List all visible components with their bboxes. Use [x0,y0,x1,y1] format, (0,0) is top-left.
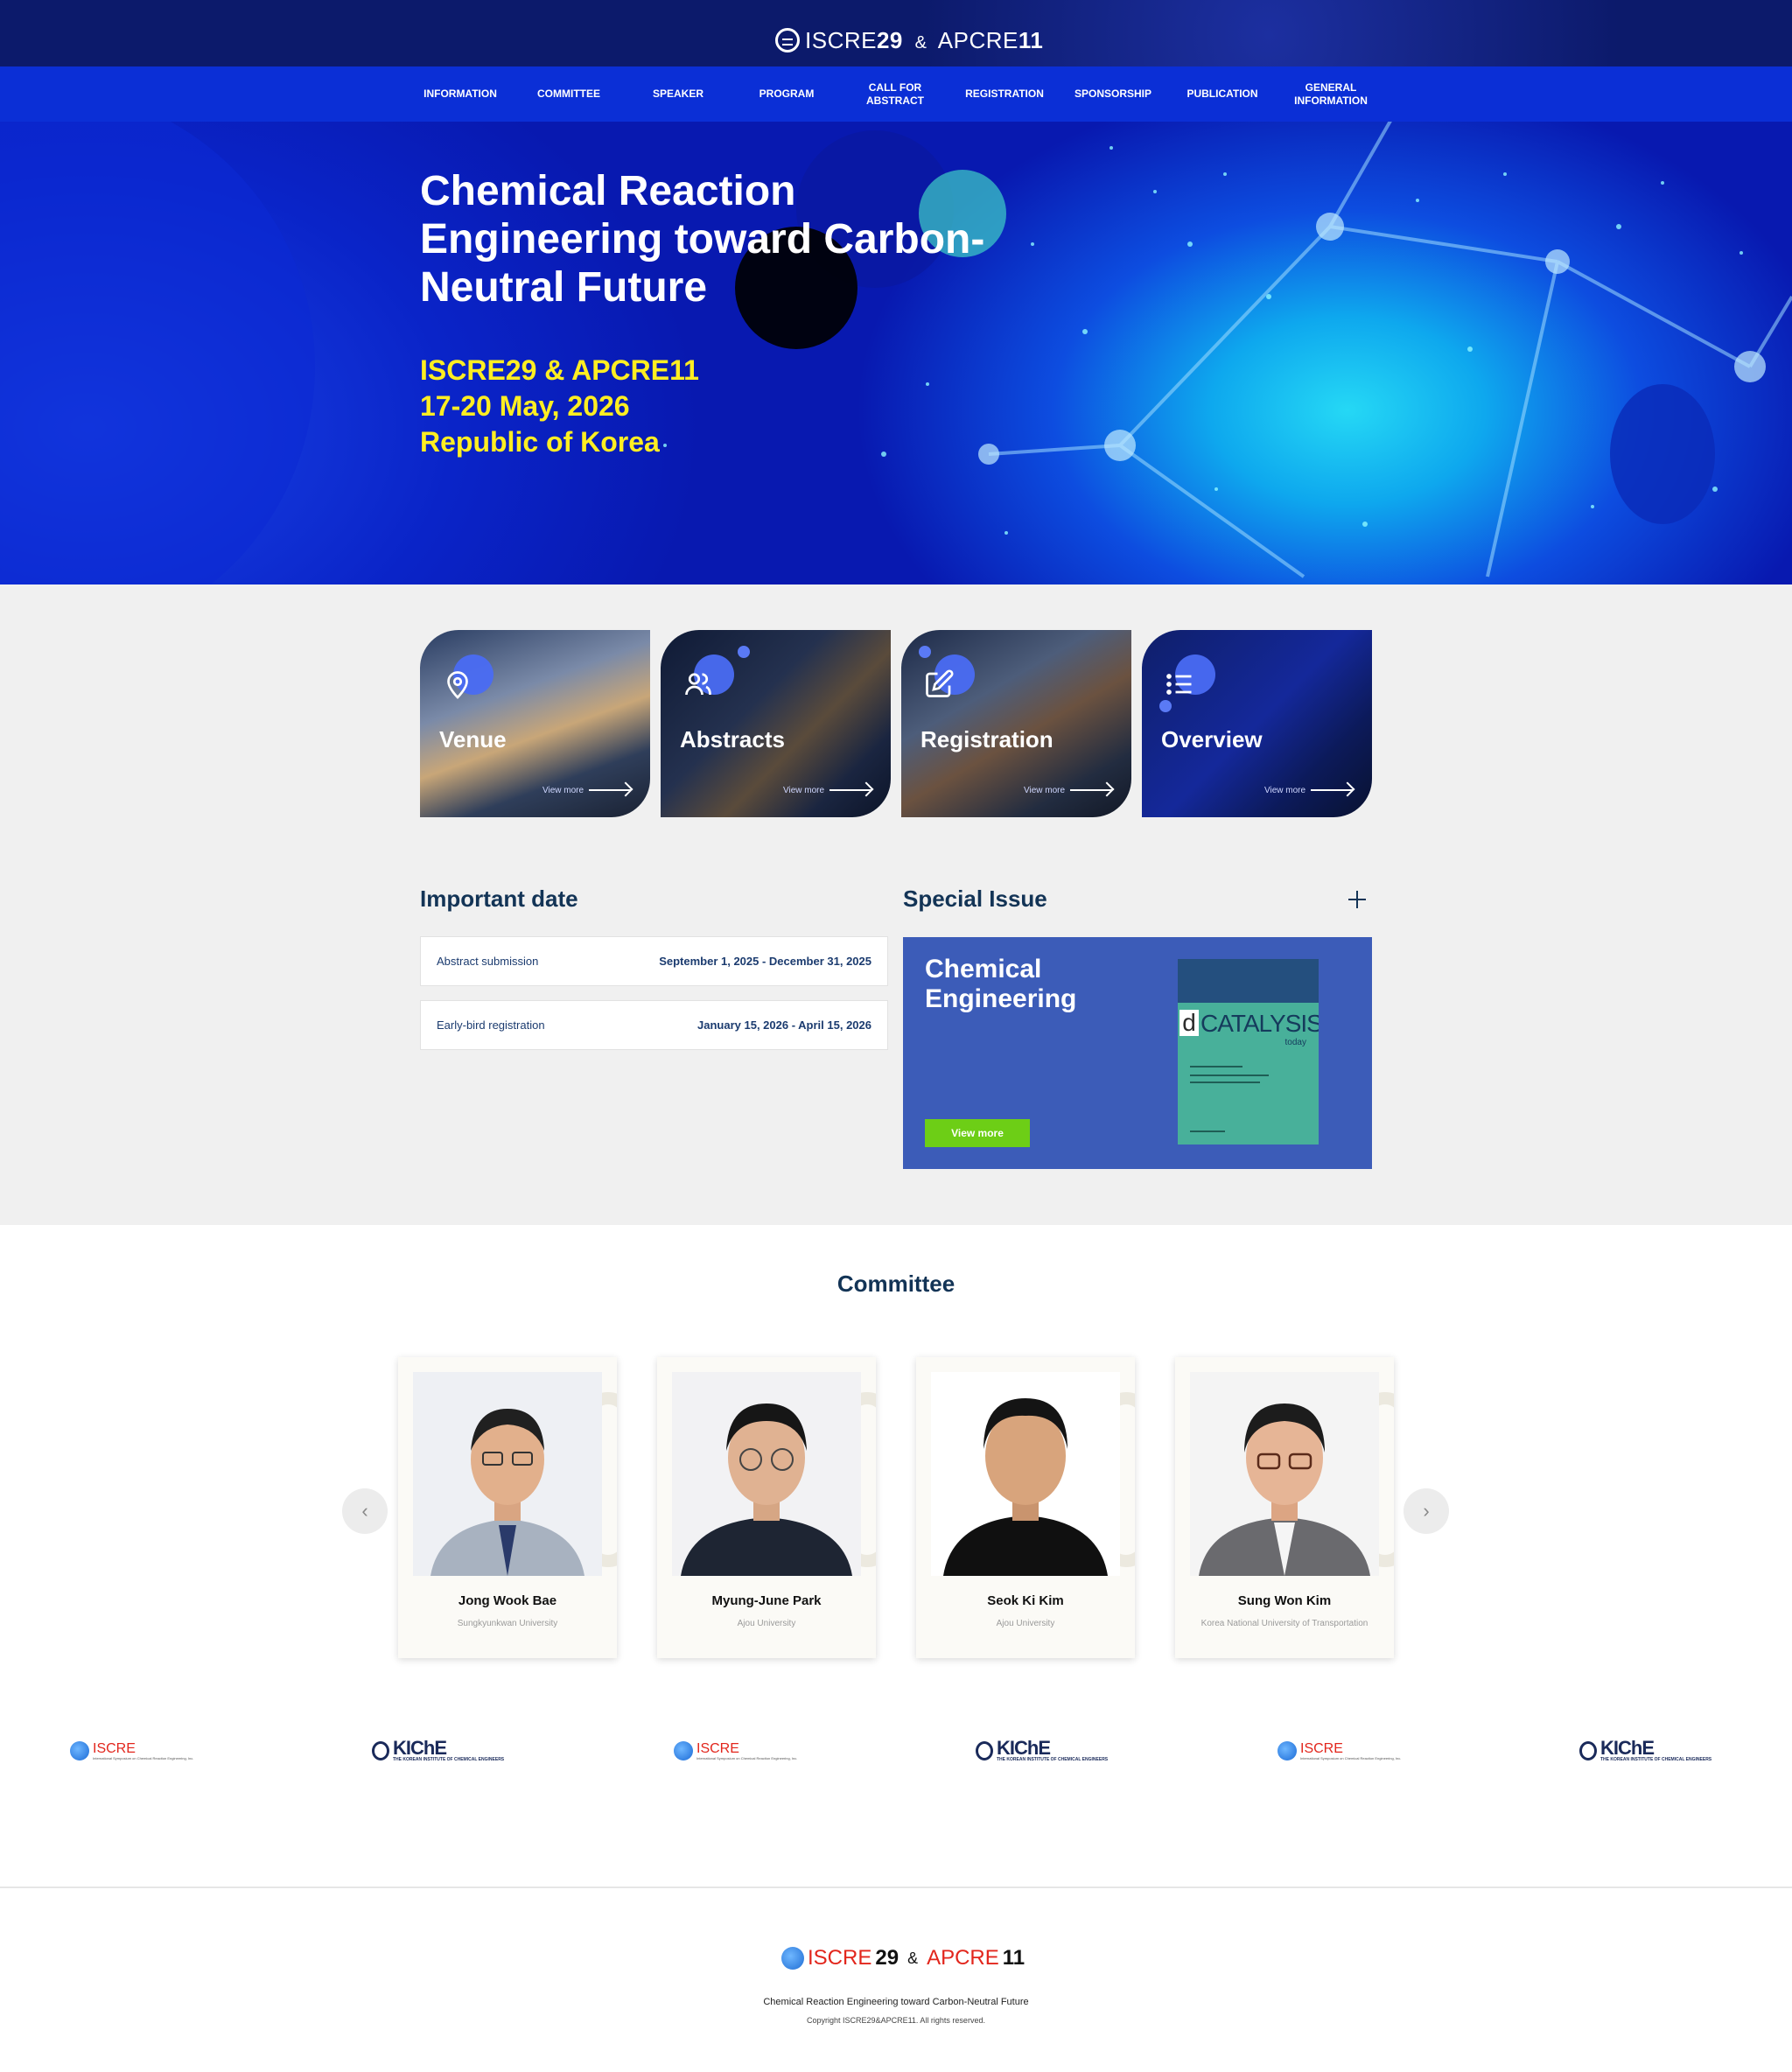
date-row: Early-bird registration January 15, 2026… [420,1000,888,1050]
footer-copyright: Copyright ISCRE29&APCRE11. All rights re… [807,2016,985,2025]
logo-apcre-number: 11 [1018,26,1044,53]
globe-icon [70,1741,89,1760]
logo-iscre-text: ISCRE [805,26,877,53]
date-label: Early-bird registration [437,1018,545,1032]
date-label: Abstract submission [437,955,539,968]
partner-logo-iscre[interactable]: ISCRE International Symposium on Chemical… [674,1738,797,1764]
member-name: Seok Ki Kim [987,1593,1064,1608]
site-logo[interactable]: ISCRE29 & APCRE11 [775,23,1043,58]
nav-speaker[interactable]: SPEAKER [624,66,732,122]
quick-card-label: Venue [439,726,507,752]
footer-logo[interactable]: ISCRE 29 & APCRE 11 [781,1946,1025,1970]
view-more-text: View more [1024,786,1066,795]
nav-registration[interactable]: REGISTRATION [950,66,1059,122]
date-value: January 15, 2026 - April 15, 2026 [697,1018,872,1032]
committee-member-card[interactable]: Jong Wook Bae Sungkyunkwan University [398,1357,617,1658]
quick-card-venue[interactable]: Venue View more [420,630,650,817]
date-value: September 1, 2025 - December 31, 2025 [659,955,872,968]
view-more-button[interactable]: View more [925,1119,1030,1147]
journal-cover: d CATALYSIS today [1178,959,1319,1144]
hero-event-info: ISCRE29 & APCRE11 17-20 May, 2026 Republ… [420,354,699,458]
edit-icon [926,669,954,697]
partner-logo-iscre[interactable]: ISCRE International Symposium on Chemical… [1278,1738,1401,1764]
journal-subtitle: today [1284,1038,1306,1047]
member-name: Myung-June Park [711,1593,822,1608]
nav-program[interactable]: PROGRAM [732,66,841,122]
arrow-right-icon [1311,789,1353,791]
quick-card-label: Overview [1161,726,1263,752]
globe-icon [781,1947,804,1970]
member-photo [931,1372,1120,1576]
member-name: Jong Wook Bae [458,1593,557,1608]
member-affiliation: Korea National University of Transportat… [1200,1619,1368,1628]
special-issue-card: Chemical Engineering View more d CATALYS… [903,937,1372,1169]
logo-ampersand: & [914,32,928,52]
nav-sponsorship[interactable]: SPONSORSHIP [1059,66,1167,122]
globe-icon [1278,1741,1297,1760]
footer-tagline: Chemical Reaction Engineering toward Car… [763,1997,1029,2007]
quick-links-section [0,584,1792,1225]
arrow-right-icon [830,789,872,791]
footer: ISCRE 29 & APCRE 11 Chemical Reaction Engi… [0,1886,1792,2072]
committee-title: Committee [836,1270,956,1297]
member-photo [672,1372,861,1576]
hero-title: Chemical Reaction Engineering toward Car… [420,168,985,311]
chevron-left-icon[interactable]: ‹ [342,1488,388,1534]
member-affiliation: Sungkyunkwan University [457,1619,558,1628]
kiche-emblem-icon [372,1741,389,1760]
kiche-emblem-icon [976,1741,993,1760]
location-pin-icon [447,671,468,699]
nav-information[interactable]: INFORMATION [406,66,514,122]
quick-card-registration[interactable]: Registration View more [901,630,1131,817]
logo-iscre-number: 29 [876,26,903,53]
member-photo [1190,1372,1379,1576]
arrow-right-icon [1070,789,1112,791]
journal-title: CATALYSIS [1200,1010,1319,1037]
member-photo [413,1372,602,1576]
special-issue-card-title: Chemical Engineering [925,955,1077,1012]
member-affiliation: Ajou University [996,1619,1055,1628]
partner-logo-iscre[interactable]: ISCRE International Symposium on Chemical… [70,1738,193,1764]
nav-committee[interactable]: COMMITTEE [514,66,623,122]
nav-general-information[interactable]: GENERAL INFORMATION [1277,66,1385,122]
globe-icon [775,28,800,52]
users-icon [685,673,711,696]
main-nav: INFORMATION COMMITTEE SPEAKER PROGRAM CA… [0,66,1792,122]
important-date-title: Important date [420,886,578,912]
hero-banner: Chemical Reaction Engineering toward Car… [0,122,1792,584]
quick-card-abstracts[interactable]: Abstracts View more [661,630,891,817]
top-header: ISCRE29 & APCRE11 [0,0,1792,66]
partner-logo-kiche[interactable]: KIChE THE KOREAN INSTITUTE OF CHEMICAL EN… [372,1738,504,1764]
nav-call-for-abstract[interactable]: CALL FOR ABSTRACT [841,66,949,122]
committee-member-card[interactable]: Seok Ki Kim Ajou University [916,1357,1135,1658]
quick-card-overview[interactable]: Overview View more [1142,630,1372,817]
view-more-text: View more [1264,786,1306,795]
special-issue-title: Special Issue [903,886,1047,912]
partner-logo-kiche[interactable]: KIChE THE KOREAN INSTITUTE OF CHEMICAL EN… [1579,1738,1712,1764]
partner-logo-kiche[interactable]: KIChE THE KOREAN INSTITUTE OF CHEMICAL EN… [976,1738,1108,1764]
kiche-emblem-icon [1579,1741,1597,1760]
arrow-right-icon [589,789,631,791]
globe-icon [674,1741,693,1760]
list-icon [1166,674,1192,695]
nav-publication[interactable]: PUBLICATION [1168,66,1277,122]
member-affiliation: Ajou University [737,1619,796,1628]
chevron-right-icon[interactable]: › [1404,1488,1449,1534]
member-name: Sung Won Kim [1237,1593,1332,1608]
logo-apcre-text: APCRE [937,26,1018,53]
date-row: Abstract submission September 1, 2025 - … [420,936,888,986]
plus-icon[interactable] [1347,889,1368,910]
committee-member-card[interactable]: Myung-June Park Ajou University [657,1357,876,1658]
committee-member-card[interactable]: Sung Won Kim Korea National University o… [1175,1357,1394,1658]
quick-card-label: Registration [920,726,1054,752]
quick-card-label: Abstracts [680,726,785,752]
view-more-text: View more [542,786,584,795]
view-more-text: View more [783,786,825,795]
